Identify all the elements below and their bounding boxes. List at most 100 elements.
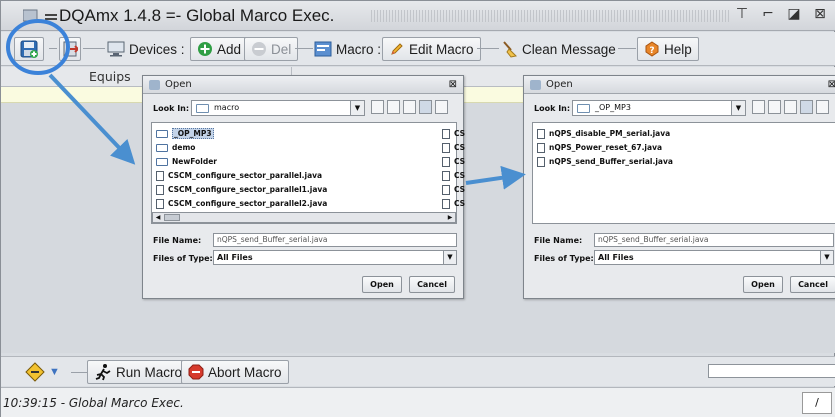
- horizontal-scrollbar[interactable]: ◀ ▶: [152, 212, 456, 223]
- title-bar-grip: [371, 10, 731, 22]
- list-item[interactable]: nQPS_Power_reset_67.java: [537, 141, 662, 154]
- progress-bar: [708, 364, 835, 378]
- pin-icon[interactable]: ⊤: [734, 6, 750, 22]
- add-button[interactable]: Add: [190, 37, 249, 61]
- app-logo-icon: [23, 9, 57, 22]
- chevron-down-icon[interactable]: ▼: [820, 251, 833, 264]
- list-item[interactable]: CS: [442, 141, 465, 154]
- devices-label-group: Devices :: [107, 37, 185, 61]
- edit-macro-label: Edit Macro: [409, 41, 474, 57]
- chevron-down-icon[interactable]: ▼: [49, 366, 60, 378]
- help-button[interactable]: ? Help: [637, 37, 699, 61]
- run-macro-button[interactable]: Run Macro: [87, 360, 190, 384]
- close-icon[interactable]: ⊠: [812, 6, 828, 22]
- look-in-label: Look In:: [153, 104, 190, 113]
- file-list[interactable]: _OP_MP3 demo NewFolder CSCM_configure_se…: [151, 122, 465, 224]
- minimize-icon[interactable]: ⌐: [760, 6, 776, 22]
- open-dialog-left: Open ⊠ Look In: macro ▼ _OP_MP3 demo New…: [142, 75, 465, 299]
- files-of-type-select[interactable]: All Files ▼: [594, 250, 834, 265]
- new-folder-icon[interactable]: [784, 100, 797, 114]
- cancel-button[interactable]: Cancel: [409, 276, 455, 293]
- devices-label: Devices :: [129, 41, 185, 57]
- file-icon: [156, 198, 164, 209]
- delete-icon: [252, 42, 266, 56]
- files-of-type-select[interactable]: All Files ▼: [213, 250, 457, 265]
- list-view-icon[interactable]: [800, 100, 813, 114]
- chevron-down-icon[interactable]: ▼: [443, 251, 456, 264]
- list-item[interactable]: CS: [442, 197, 465, 210]
- list-item[interactable]: demo: [156, 141, 195, 154]
- look-in-combo[interactable]: macro ▼: [191, 100, 365, 116]
- title-bar: DQAmx 1.4.8 =- Global Marco Exec. ⊤ ⌐ ◪ …: [1, 1, 835, 31]
- scroll-left-icon[interactable]: ◀: [153, 213, 163, 222]
- chevron-down-icon[interactable]: ▼: [731, 101, 745, 115]
- edit-macro-button[interactable]: Edit Macro: [382, 37, 481, 61]
- dialog-tool-buttons: [752, 100, 829, 114]
- open-macro-button[interactable]: [14, 37, 44, 61]
- up-folder-icon[interactable]: [752, 100, 765, 114]
- open-button[interactable]: Open: [362, 276, 402, 293]
- look-in-combo[interactable]: _OP_MP3 ▼: [572, 100, 746, 116]
- dialog-app-icon: [149, 80, 160, 90]
- files-of-type-value: All Files: [217, 253, 253, 262]
- list-view-icon[interactable]: [419, 100, 432, 114]
- running-man-icon: [95, 364, 111, 381]
- pencil-icon: [391, 43, 403, 55]
- file-name-input[interactable]: nQPS_send_Buffer_serial.java: [213, 233, 457, 247]
- home-icon[interactable]: [387, 100, 400, 114]
- chevron-down-icon[interactable]: ▼: [350, 101, 364, 115]
- file-list[interactable]: nQPS_disable_PM_serial.java nQPS_Power_r…: [532, 122, 835, 224]
- del-button[interactable]: Del: [244, 37, 299, 61]
- scroll-right-icon[interactable]: ▶: [445, 213, 455, 222]
- run-mode-selector[interactable]: ▼: [25, 360, 60, 384]
- up-folder-icon[interactable]: [371, 100, 384, 114]
- details-view-icon[interactable]: [435, 100, 448, 114]
- look-in-label: Look In:: [534, 104, 571, 113]
- abort-macro-button[interactable]: Abort Macro: [181, 360, 289, 384]
- main-toolbar: Devices : Add Del Macro: Edit Macro Cle…: [1, 32, 835, 66]
- list-item[interactable]: CSCM_configure_sector_parallel.java: [156, 169, 322, 182]
- application-window: DQAmx 1.4.8 =- Global Marco Exec. ⊤ ⌐ ◪ …: [0, 0, 835, 417]
- file-icon: [442, 184, 450, 195]
- close-icon[interactable]: ⊠: [449, 79, 457, 90]
- scroll-thumb[interactable]: [164, 214, 180, 221]
- list-item[interactable]: CS: [442, 183, 465, 196]
- equips-column-header: Equips: [89, 69, 131, 84]
- list-item[interactable]: nQPS_disable_PM_serial.java: [537, 127, 670, 140]
- list-item[interactable]: nQPS_send_Buffer_serial.java: [537, 155, 673, 168]
- dialog-title: Open: [165, 79, 192, 90]
- import-macro-button[interactable]: [59, 37, 81, 61]
- list-item[interactable]: CSCM_configure_sector_parallel1.java: [156, 183, 327, 196]
- maximize-icon[interactable]: ◪: [786, 6, 802, 22]
- dialog-app-icon: [530, 80, 541, 90]
- list-item[interactable]: NewFolder: [156, 155, 217, 168]
- new-folder-icon[interactable]: [403, 100, 416, 114]
- clean-message-label: Clean Message: [522, 41, 616, 57]
- open-button[interactable]: Open: [743, 276, 783, 293]
- file-icon: [537, 142, 545, 153]
- home-icon[interactable]: [768, 100, 781, 114]
- folder-icon: [577, 104, 590, 113]
- window-controls: ⊤ ⌐ ◪ ⊠: [734, 6, 828, 22]
- cancel-button[interactable]: Cancel: [790, 276, 835, 293]
- del-label: Del: [271, 41, 292, 57]
- monitor-icon: [107, 41, 125, 57]
- list-item[interactable]: CS: [442, 155, 465, 168]
- clean-message-button[interactable]: Clean Message: [500, 37, 616, 61]
- window-title: DQAmx 1.4.8 =- Global Marco Exec.: [59, 6, 335, 25]
- help-label: Help: [664, 41, 692, 57]
- macro-label: Macro :: [336, 41, 382, 57]
- dialog-title-bar: Open ⊠: [524, 76, 835, 94]
- close-icon[interactable]: ⊠: [828, 79, 835, 90]
- list-item[interactable]: CSCM_configure_sector_parallel2.java: [156, 197, 327, 210]
- file-icon: [442, 128, 450, 139]
- save-disk-icon: [20, 40, 38, 58]
- file-name-input[interactable]: nQPS_send_Buffer_serial.java: [594, 233, 834, 247]
- list-item[interactable]: CS: [442, 127, 465, 140]
- list-item[interactable]: CS: [442, 169, 465, 182]
- details-view-icon[interactable]: [816, 100, 829, 114]
- file-icon: [156, 170, 164, 181]
- warning-diamond-icon: [25, 362, 45, 382]
- add-icon: [198, 42, 212, 56]
- list-item[interactable]: _OP_MP3: [156, 127, 214, 140]
